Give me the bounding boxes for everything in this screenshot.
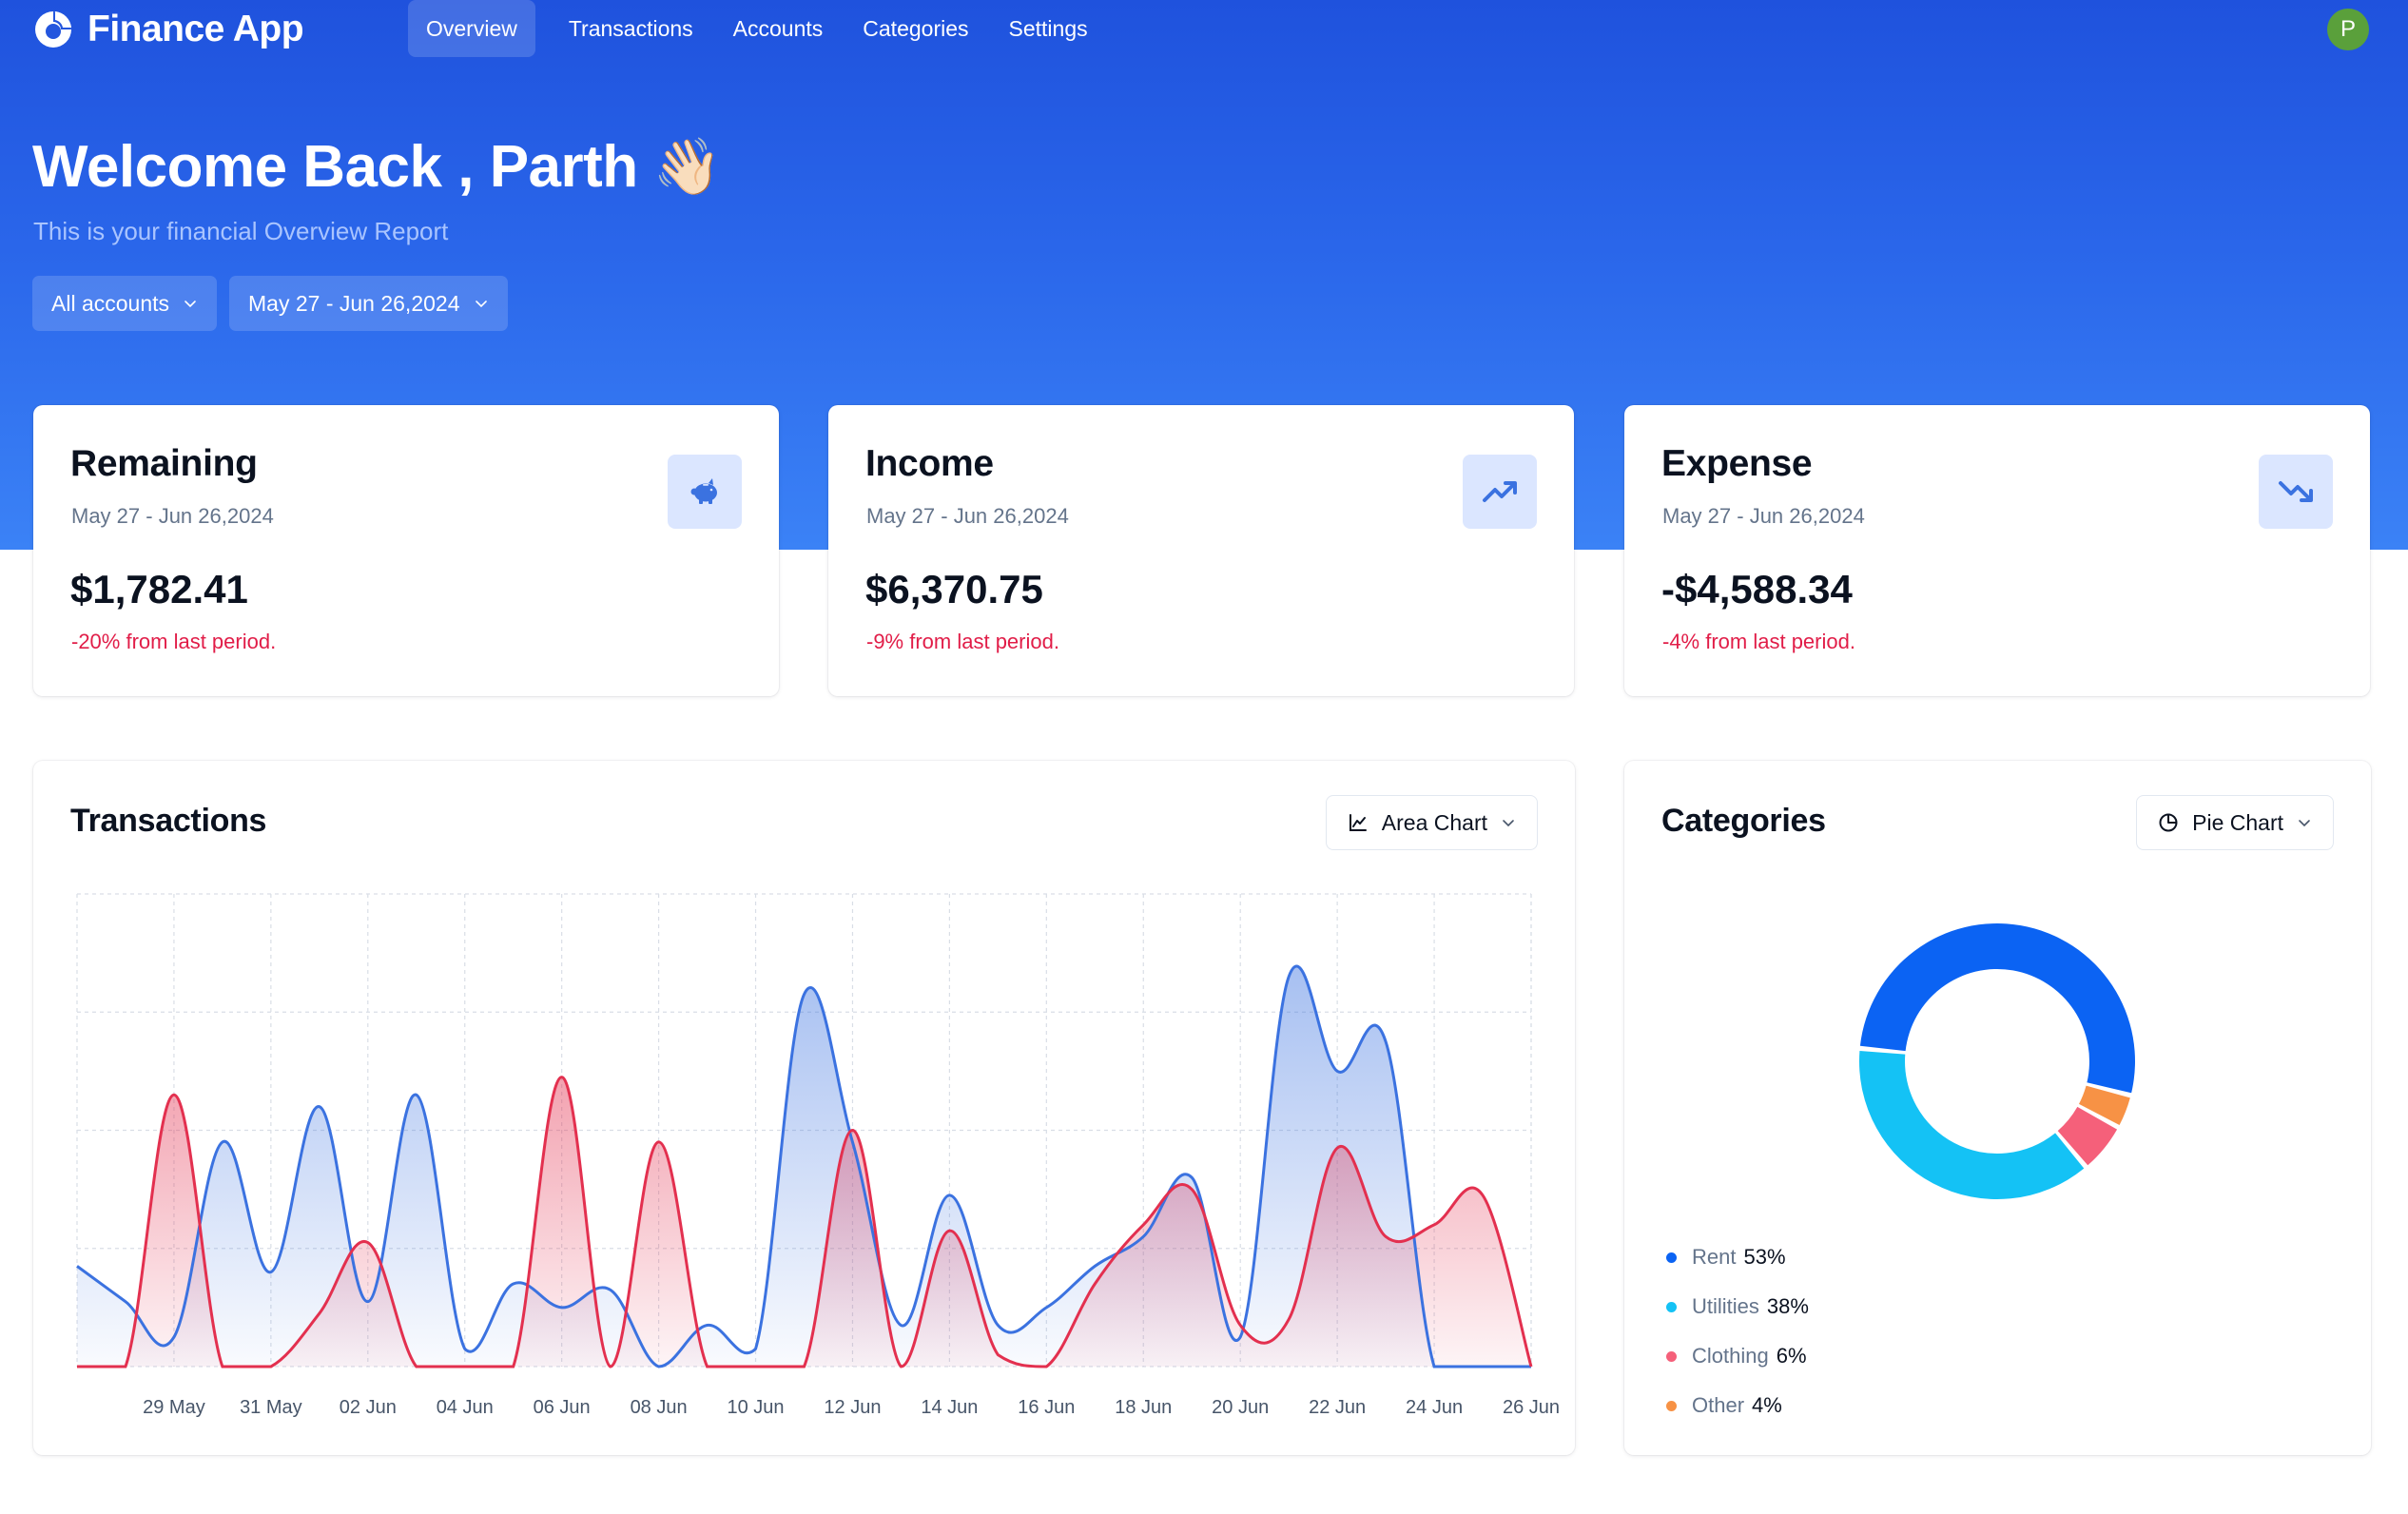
categories-donut-chart[interactable]: [1624, 761, 2371, 1217]
legend-dot: [1666, 1301, 1677, 1312]
welcome-subtitle: This is your financial Overview Report: [33, 217, 449, 245]
x-tick-label: 10 Jun: [728, 1397, 785, 1418]
legend-item-clothing: Clothing 6%: [1666, 1331, 1809, 1381]
legend-label: Clothing: [1692, 1344, 1769, 1368]
x-tick-label: 06 Jun: [534, 1397, 591, 1418]
legend-item-utilities: Utilities 38%: [1666, 1282, 1809, 1331]
card-value: -$4,588.34: [1661, 567, 1853, 611]
waving-hand-icon: 👋🏻: [652, 135, 722, 198]
categories-panel: Categories Pie Chart Rent 53% Utilities …: [1624, 761, 2371, 1455]
card-change: -9% from last period.: [866, 630, 1059, 653]
x-tick-label: 14 Jun: [921, 1397, 978, 1418]
account-filter-select[interactable]: All accounts: [32, 276, 218, 331]
nav-item-overview[interactable]: Overview: [408, 0, 535, 57]
logo-icon: [35, 11, 71, 48]
transactions-panel: Transactions Area Chart 29 May 31 May 02 J…: [33, 761, 1575, 1455]
app-name: Finance App: [87, 9, 304, 49]
card-date-range: May 27 - Jun 26,2024: [866, 504, 1069, 528]
legend-dot: [1666, 1400, 1677, 1411]
remaining-card: Remaining May 27 - Jun 26,2024 $1,782.41…: [33, 405, 779, 696]
legend-item-rent: Rent 53%: [1666, 1233, 1809, 1282]
expense-card: Expense May 27 - Jun 26,2024 -$4,588.34 …: [1624, 405, 2370, 696]
card-date-range: May 27 - Jun 26,2024: [71, 504, 274, 528]
app-logo[interactable]: Finance App: [32, 6, 304, 53]
card-icon-box: [2259, 455, 2333, 529]
legend-value: 6%: [1776, 1344, 1807, 1368]
categories-legend: Rent 53% Utilities 38% Clothing 6% Other…: [1666, 1233, 1809, 1430]
x-tick-label: 22 Jun: [1309, 1397, 1366, 1418]
x-tick-label: 04 Jun: [437, 1397, 494, 1418]
x-tick-label: 20 Jun: [1212, 1397, 1269, 1418]
legend-value: 53%: [1743, 1245, 1786, 1269]
nav-item-accounts[interactable]: Accounts: [715, 0, 842, 57]
nav-item-transactions[interactable]: Transactions: [551, 0, 711, 57]
x-tick-label: 26 Jun: [1503, 1397, 1560, 1418]
legend-value: 38%: [1766, 1294, 1809, 1318]
x-tick-label: 29 May: [143, 1397, 205, 1418]
donut-slice-utilities[interactable]: [1859, 1050, 2085, 1199]
legend-dot: [1666, 1350, 1677, 1362]
nav-item-categories[interactable]: Categories: [845, 0, 986, 57]
date-range-label: May 27 - Jun 26,2024: [248, 290, 460, 316]
date-range-select[interactable]: May 27 - Jun 26,2024: [229, 276, 508, 331]
legend-label: Other: [1692, 1393, 1745, 1417]
x-tick-label: 12 Jun: [824, 1397, 881, 1418]
legend-item-other: Other 4%: [1666, 1381, 1809, 1430]
main-nav: Overview Transactions Accounts Categorie…: [408, 0, 1106, 57]
trending-down-icon: [2279, 481, 2313, 502]
welcome-text: Welcome Back , Parth: [32, 134, 638, 200]
card-icon-box: [1463, 455, 1537, 529]
card-title: Expense: [1661, 443, 1813, 484]
card-change: -20% from last period.: [71, 630, 277, 653]
account-filter-label: All accounts: [51, 290, 170, 316]
user-avatar[interactable]: P: [2327, 9, 2369, 50]
piggy-bank-icon: [690, 478, 717, 504]
filter-bar: All accounts May 27 - Jun 26,2024: [32, 276, 508, 331]
card-title: Income: [865, 443, 994, 484]
x-tick-label: 08 Jun: [631, 1397, 688, 1418]
x-tick-label: 02 Jun: [340, 1397, 397, 1418]
trending-up-icon: [1483, 481, 1517, 502]
x-tick-label: 16 Jun: [1018, 1397, 1075, 1418]
card-icon-box: [668, 455, 742, 529]
x-tick-label: 18 Jun: [1115, 1397, 1172, 1418]
welcome-heading: Welcome Back , Parth 👋🏻: [32, 133, 722, 201]
card-value: $6,370.75: [865, 567, 1043, 611]
legend-value: 4%: [1752, 1393, 1782, 1417]
nav-item-settings[interactable]: Settings: [991, 0, 1106, 57]
top-navigation: Finance App Overview Transactions Accoun…: [0, 0, 2408, 59]
x-tick-label: 24 Jun: [1406, 1397, 1463, 1418]
transactions-area-chart[interactable]: 29 May 31 May 02 Jun 04 Jun 06 Jun 08 Jun 10 J…: [33, 761, 1575, 1455]
legend-label: Rent: [1692, 1245, 1737, 1269]
card-title: Remaining: [70, 443, 258, 484]
chevron-down-icon: [184, 301, 196, 308]
income-card: Income May 27 - Jun 26,2024 $6,370.75 -9…: [828, 405, 1574, 696]
card-date-range: May 27 - Jun 26,2024: [1662, 504, 1865, 528]
x-tick-label: 31 May: [240, 1397, 302, 1418]
card-change: -4% from last period.: [1662, 630, 1855, 653]
legend-label: Utilities: [1692, 1294, 1759, 1318]
card-value: $1,782.41: [70, 567, 248, 611]
legend-dot: [1666, 1252, 1677, 1263]
chevron-down-icon: [475, 301, 487, 308]
